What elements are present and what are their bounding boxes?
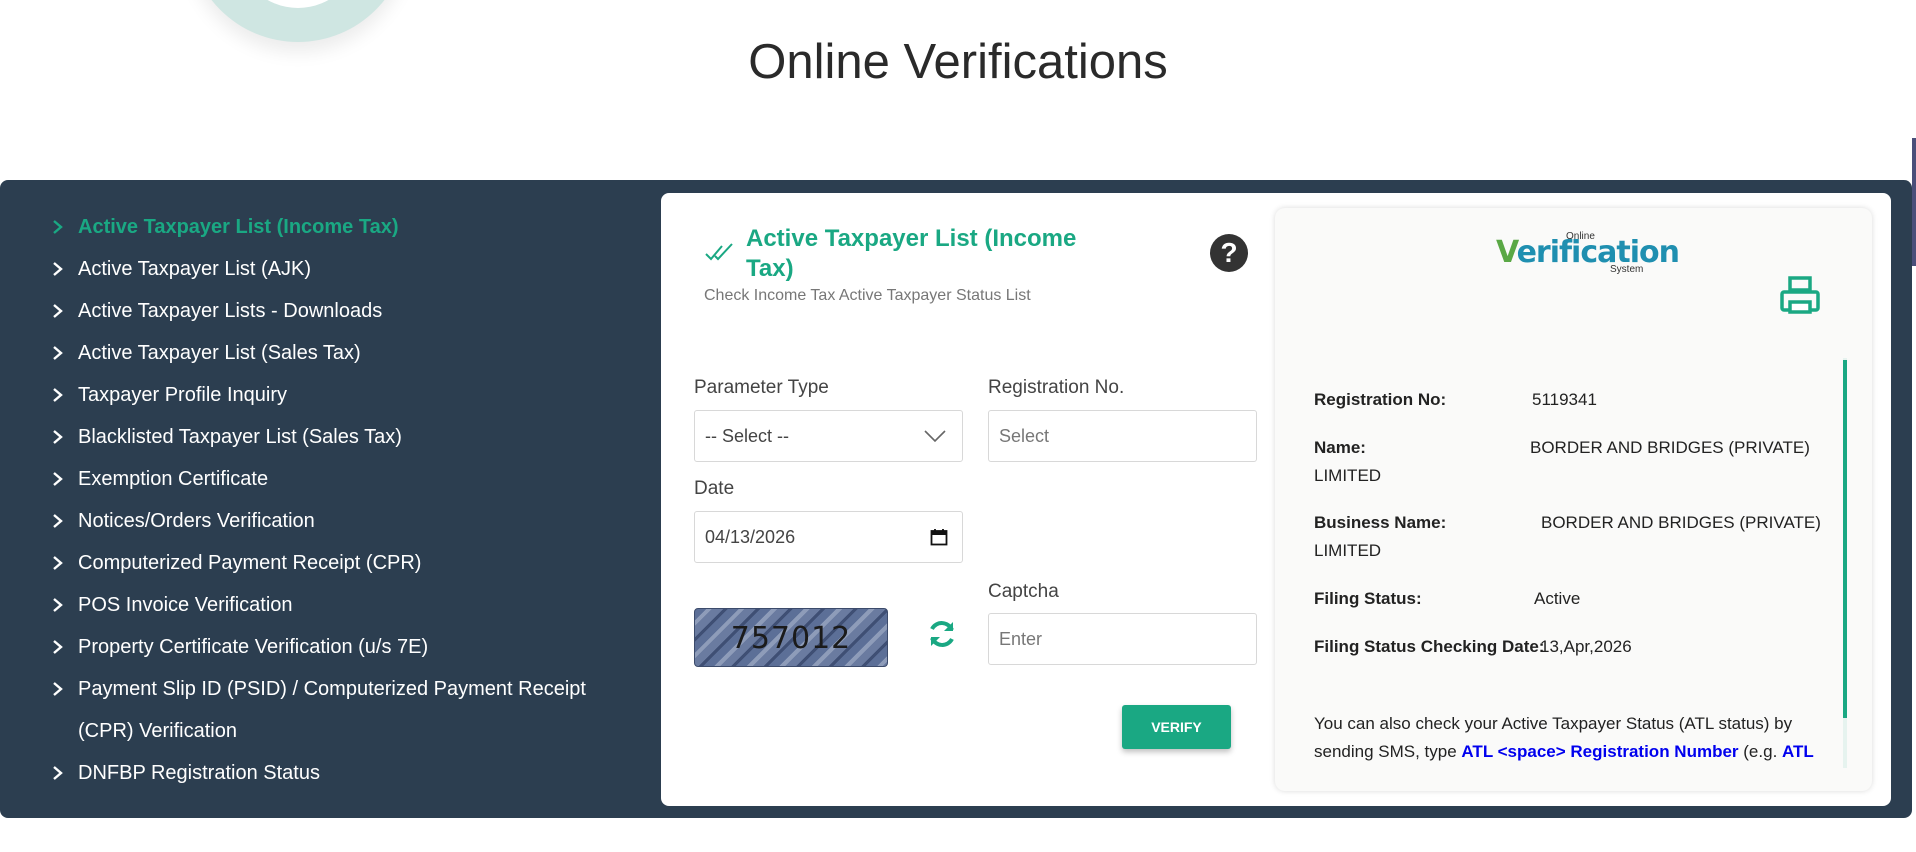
registration-label: Registration No.	[988, 377, 1125, 398]
captcha-label: Captcha	[988, 581, 1059, 602]
parameter-type-select[interactable]: -- Select --	[694, 410, 963, 462]
chevron-right-icon	[52, 206, 78, 248]
chevron-right-icon	[52, 248, 78, 290]
chevron-right-icon	[52, 458, 78, 500]
sidebar-item-cpr[interactable]: Computerized Payment Receipt (CPR)	[52, 542, 632, 584]
name-result-key: Name:	[1314, 434, 1366, 462]
result-scrollbar-thumb[interactable]	[1843, 360, 1847, 718]
sidebar-item-notices[interactable]: Notices/Orders Verification	[52, 500, 632, 542]
logo-v: V	[1496, 235, 1518, 270]
sidebar-item-label: Active Taxpayer List (AJK)	[78, 258, 312, 280]
chevron-right-icon	[52, 668, 78, 710]
filing-status-key: Filing Status:	[1314, 585, 1422, 613]
chevron-right-icon	[52, 584, 78, 626]
registration-result-key: Registration No:	[1314, 390, 1447, 409]
business-result-value: BORDER AND BRIDGES (PRIVATE)	[1541, 513, 1821, 532]
sidebar-item-label: Notices/Orders Verification	[78, 510, 315, 532]
registration-result-row: Registration No:	[1314, 386, 1446, 414]
name-key: Name:	[1314, 438, 1366, 457]
sms-info-text: You can also check your Active Taxpayer …	[1314, 710, 1828, 766]
sidebar-item-atl-downloads[interactable]: Active Taxpayer Lists - Downloads	[52, 290, 632, 332]
sidebar-item-label: Computerized Payment Receipt (CPR)	[78, 552, 422, 574]
side-accent-bar	[1912, 138, 1916, 266]
check-date-label: Filing Status Checking Date:	[1314, 637, 1545, 656]
chevron-right-icon	[52, 416, 78, 458]
chevron-right-icon	[52, 290, 78, 332]
sms-line-2: sending SMS, type ATL <space> Registrati…	[1314, 738, 1828, 766]
form-subtitle: Check Income Tax Active Taxpayer Status …	[704, 287, 1031, 304]
name-result-value: BORDER AND BRIDGES (PRIVATE)	[1530, 438, 1810, 457]
sidebar-item-atl-ajk[interactable]: Active Taxpayer List (AJK)	[52, 248, 632, 290]
captcha-input[interactable]: Enter	[988, 613, 1257, 665]
sidebar-item-exemption[interactable]: Exemption Certificate	[52, 458, 632, 500]
sidebar-item-pos-invoice[interactable]: POS Invoice Verification	[52, 584, 632, 626]
chevron-right-icon	[52, 542, 78, 584]
parameter-type-label: Parameter Type	[694, 377, 829, 398]
chevron-right-icon	[52, 332, 78, 374]
sidebar-item-label: Property Certificate Verification (u/s 7…	[78, 636, 429, 658]
logo-text-system: System	[1610, 264, 1644, 275]
registration-result-value: 5119341	[1532, 390, 1597, 409]
business-result-key: Business Name:	[1314, 509, 1446, 537]
sidebar-item-label: Exemption Certificate	[78, 468, 269, 490]
date-label: Date	[694, 478, 735, 499]
chevron-right-icon	[52, 752, 78, 794]
sidebar-item-label: Active Taxpayer List (Sales Tax)	[78, 342, 361, 364]
date-input[interactable]: 04/13/2026	[694, 511, 963, 563]
double-check-icon	[705, 243, 733, 261]
sidebar-item-label: Active Taxpayer Lists - Downloads	[78, 300, 383, 322]
captcha-image: 757012	[694, 608, 888, 667]
sidebar-item-psid-cpr[interactable]: Payment Slip ID (PSID) / Computerized Pa…	[52, 668, 632, 752]
sms-line-2c: (e.g.	[1738, 742, 1783, 761]
sms-line-1: You can also check your Active Taxpayer …	[1314, 714, 1793, 733]
verification-system-logo: Verification	[1496, 235, 1680, 270]
chevron-right-icon	[52, 626, 78, 668]
form-title: Active Taxpayer List (Income Tax)	[746, 225, 1077, 282]
calendar-icon[interactable]	[930, 528, 948, 546]
help-icon[interactable]: ?	[1210, 234, 1248, 272]
business-key: Business Name:	[1314, 513, 1447, 532]
filing-key: Filing Status:	[1314, 589, 1422, 608]
sidebar-item-atl-sales-tax[interactable]: Active Taxpayer List (Sales Tax)	[52, 332, 632, 374]
captcha-placeholder: Enter	[999, 628, 1043, 649]
verify-button[interactable]: VERIFY	[1122, 705, 1231, 749]
logo-text-main: erification	[1516, 235, 1680, 270]
printer-icon[interactable]	[1779, 275, 1821, 317]
chevron-down-icon	[924, 430, 946, 443]
registration-placeholder: Select	[999, 425, 1050, 446]
registration-input[interactable]: Select	[988, 410, 1257, 462]
sms-line-2a: sending SMS, type	[1314, 742, 1462, 761]
sidebar-item-taxpayer-profile[interactable]: Taxpayer Profile Inquiry	[52, 374, 632, 416]
business-result-value-cont: LIMITED	[1314, 541, 1382, 560]
date-value: 04/13/2026	[705, 526, 796, 547]
check-date-value: 13,Apr,2026	[1540, 637, 1632, 656]
sidebar-item-label: Active Taxpayer List (Income Tax)	[78, 216, 399, 238]
captcha-code: 757012	[730, 621, 852, 656]
filing-status-value: Active	[1534, 589, 1581, 608]
sidebar-item-label: DNFBP Registration Status	[78, 762, 320, 784]
sidebar-item-label: Blacklisted Taxpayer List (Sales Tax)	[78, 426, 402, 448]
check-date-key: Filing Status Checking Date:	[1314, 633, 1544, 661]
sidebar-item-dnfbp[interactable]: DNFBP Registration Status	[52, 752, 632, 794]
sidebar-nav: Active Taxpayer List (Income Tax) Active…	[52, 206, 632, 794]
name-result-value-cont: LIMITED	[1314, 466, 1382, 485]
chevron-right-icon	[52, 374, 78, 416]
sidebar-item-label: POS Invoice Verification	[78, 594, 293, 616]
sidebar-item-blacklisted[interactable]: Blacklisted Taxpayer List (Sales Tax)	[52, 416, 632, 458]
sms-format-link[interactable]: ATL <space> Registration Number	[1461, 742, 1738, 761]
sidebar-item-property-certificate[interactable]: Property Certificate Verification (u/s 7…	[52, 626, 632, 668]
sidebar-item-label: Taxpayer Profile Inquiry	[78, 384, 287, 406]
sms-example-link[interactable]: ATL	[1782, 742, 1814, 761]
sidebar-item-atl-income-tax[interactable]: Active Taxpayer List (Income Tax)	[52, 206, 632, 248]
sidebar-item-label: Payment Slip ID (PSID) / Computerized Pa…	[78, 678, 586, 742]
page-title: Online Verifications	[748, 35, 1168, 89]
refresh-icon[interactable]	[925, 617, 959, 651]
chevron-right-icon	[52, 500, 78, 542]
parameter-type-value: -- Select --	[705, 425, 790, 446]
